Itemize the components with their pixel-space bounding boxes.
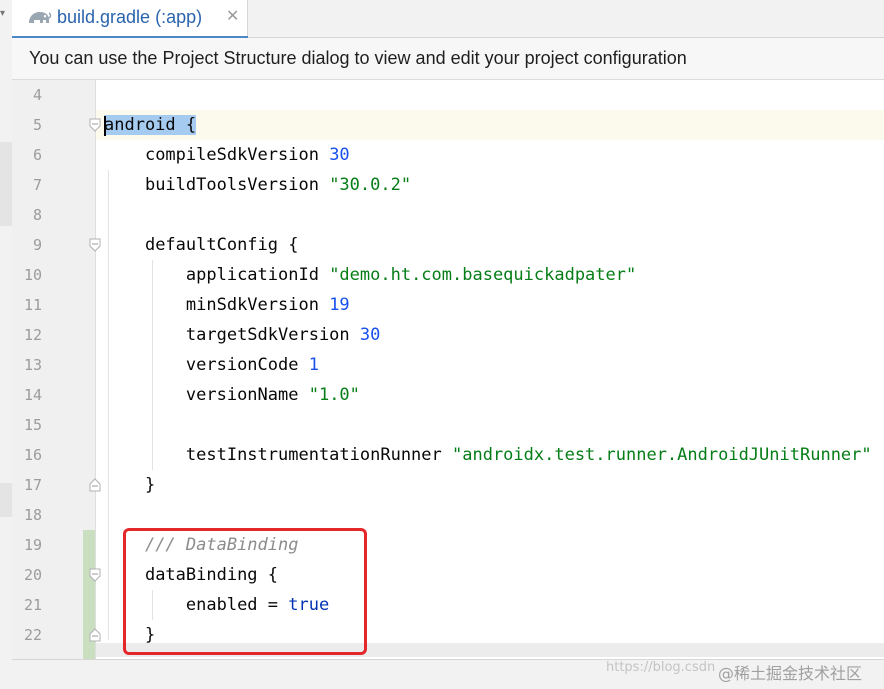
code-number: 30	[329, 145, 350, 165]
close-icon[interactable]: ✕	[226, 6, 239, 25]
watermark-url: https://blog.csdn	[606, 660, 716, 675]
code-line[interactable]: targetSdkVersion 30	[104, 320, 380, 350]
code-string: "androidx.test.runner.AndroidJUnitRunner…	[452, 445, 872, 465]
line-number: 16	[23, 446, 42, 464]
code-number: 19	[329, 295, 350, 315]
code-number: 1	[308, 355, 319, 375]
line-number: 17	[23, 476, 42, 494]
code-text: defaultConfig {	[144, 235, 299, 255]
code-line[interactable]: minSdkVersion 19	[104, 290, 350, 320]
text-caret	[104, 116, 106, 136]
fold-open-icon[interactable]	[89, 238, 101, 252]
code-line[interactable]: versionCode 1	[104, 350, 319, 380]
code-text: testInstrumentationRunner	[185, 445, 452, 465]
line-number: 19	[23, 536, 42, 554]
fold-close-icon[interactable]	[89, 478, 101, 492]
code-keyword: android	[104, 115, 176, 135]
code-line[interactable]: buildToolsVersion "30.0.2"	[104, 170, 411, 200]
fold-open-icon[interactable]	[89, 568, 101, 582]
code-text: applicationId	[185, 265, 330, 285]
fold-close-icon[interactable]	[89, 628, 101, 642]
line-number: 12	[23, 326, 42, 344]
tab-title: build.gradle (:app)	[57, 7, 203, 27]
line-number: 21	[23, 596, 42, 614]
project-structure-banner: You can use the Project Structure dialog…	[12, 38, 884, 80]
code-text: buildToolsVersion	[144, 175, 330, 195]
left-tool-strip: ▾	[0, 0, 12, 689]
side-panel-block	[0, 483, 12, 517]
code-line[interactable]: }	[104, 470, 155, 500]
code-text: }	[144, 475, 156, 495]
code-number: 30	[359, 325, 381, 345]
code-text: versionName	[185, 385, 309, 405]
tab-build-gradle-app[interactable]: build.gradle (:app) ✕	[12, 0, 248, 39]
code-string: "1.0"	[308, 385, 360, 405]
code-text: targetSdkVersion	[185, 325, 360, 345]
code-string: "demo.ht.com.basequickadpater"	[329, 265, 637, 285]
code-line[interactable]: android {	[104, 110, 197, 140]
line-number: 8	[32, 206, 42, 224]
line-number: 11	[23, 296, 42, 314]
line-number: 20	[23, 566, 42, 584]
side-panel-block	[0, 142, 12, 226]
code-text: {	[175, 115, 197, 135]
line-number: 14	[23, 386, 42, 404]
line-number: 6	[32, 146, 42, 164]
line-number: 18	[23, 506, 42, 524]
line-number: 9	[32, 236, 42, 254]
editor-tab-bar: build.gradle (:app) ✕	[12, 0, 884, 39]
code-string: "30.0.2"	[329, 175, 412, 195]
line-number: 22	[23, 626, 42, 644]
code-text: minSdkVersion	[185, 295, 330, 315]
line-number: 13	[23, 356, 42, 374]
banner-text[interactable]: You can use the Project Structure dialog…	[29, 48, 687, 69]
line-number: 5	[32, 116, 42, 134]
line-number: 7	[32, 176, 42, 194]
caret-row-highlight	[96, 110, 884, 140]
chevron-down-icon[interactable]: ▾	[0, 8, 5, 19]
code-text: versionCode	[185, 355, 309, 375]
code-line[interactable]: versionName "1.0"	[104, 380, 360, 410]
line-number: 10	[23, 266, 42, 284]
line-number: 4	[32, 86, 42, 104]
code-line[interactable]: defaultConfig {	[104, 230, 299, 260]
watermark-brand: @稀土掘金技术社区	[718, 664, 863, 683]
code-text: compileSdkVersion	[144, 145, 330, 165]
gradle-elephant-icon	[29, 12, 52, 23]
code-line[interactable]: testInstrumentationRunner "androidx.test…	[104, 440, 872, 470]
code-line[interactable]: compileSdkVersion 30	[104, 140, 350, 170]
line-number: 15	[23, 416, 42, 434]
annotation-highlight-box	[123, 528, 367, 655]
code-line[interactable]: applicationId "demo.ht.com.basequickadpa…	[104, 260, 636, 290]
fold-open-icon[interactable]	[89, 118, 101, 132]
